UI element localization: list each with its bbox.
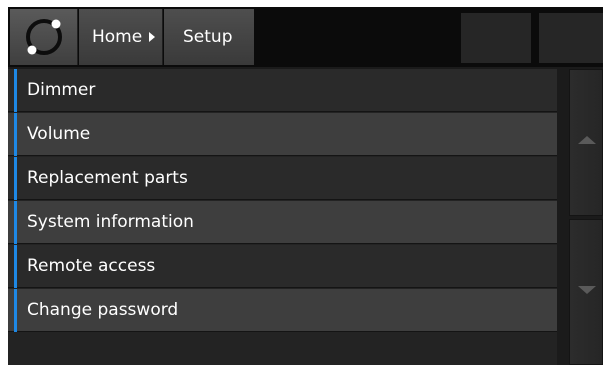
breadcrumb-setup[interactable]: Setup (164, 9, 254, 65)
accent-bar (14, 157, 17, 200)
menu-item-label: Dimmer (27, 80, 96, 100)
menu-item-label: Change password (27, 300, 179, 320)
accent-bar (14, 245, 17, 288)
topbar-blank-button-2[interactable] (539, 13, 603, 63)
menu-item-replacement-parts[interactable]: Replacement parts (8, 157, 557, 200)
menu-item-label: Remote access (27, 256, 156, 276)
menu-item-dimmer[interactable]: Dimmer (8, 69, 557, 112)
top-bar: Home Setup (8, 7, 603, 67)
ring-logo-icon (26, 19, 62, 55)
caret-right-icon (149, 32, 155, 42)
scroll-up-button[interactable] (569, 69, 603, 216)
menu-empty-area (8, 333, 557, 365)
breadcrumb-home[interactable]: Home (79, 9, 163, 65)
menu-item-label: Replacement parts (27, 168, 188, 188)
breadcrumb-setup-label: Setup (183, 27, 233, 47)
accent-bar (14, 289, 17, 332)
home-logo-button[interactable] (10, 9, 78, 65)
accent-bar (14, 113, 17, 156)
accent-bar (14, 201, 17, 244)
triangle-up-icon (578, 136, 596, 144)
setup-menu-list: Dimmer Volume Replacement parts System i… (8, 69, 557, 365)
menu-item-label: Volume (27, 124, 91, 144)
menu-item-label: System information (27, 212, 194, 232)
accent-bar (14, 69, 17, 112)
breadcrumb-home-label: Home (92, 27, 143, 47)
menu-item-volume[interactable]: Volume (8, 113, 557, 156)
topbar-blank-button-1[interactable] (461, 13, 531, 63)
menu-item-system-information[interactable]: System information (8, 201, 557, 244)
app-screen: Home Setup Dimmer Volume Replacement par… (8, 7, 603, 365)
scroll-down-button[interactable] (569, 219, 603, 365)
menu-item-change-password[interactable]: Change password (8, 289, 557, 332)
triangle-down-icon (578, 286, 596, 294)
menu-item-remote-access[interactable]: Remote access (8, 245, 557, 288)
